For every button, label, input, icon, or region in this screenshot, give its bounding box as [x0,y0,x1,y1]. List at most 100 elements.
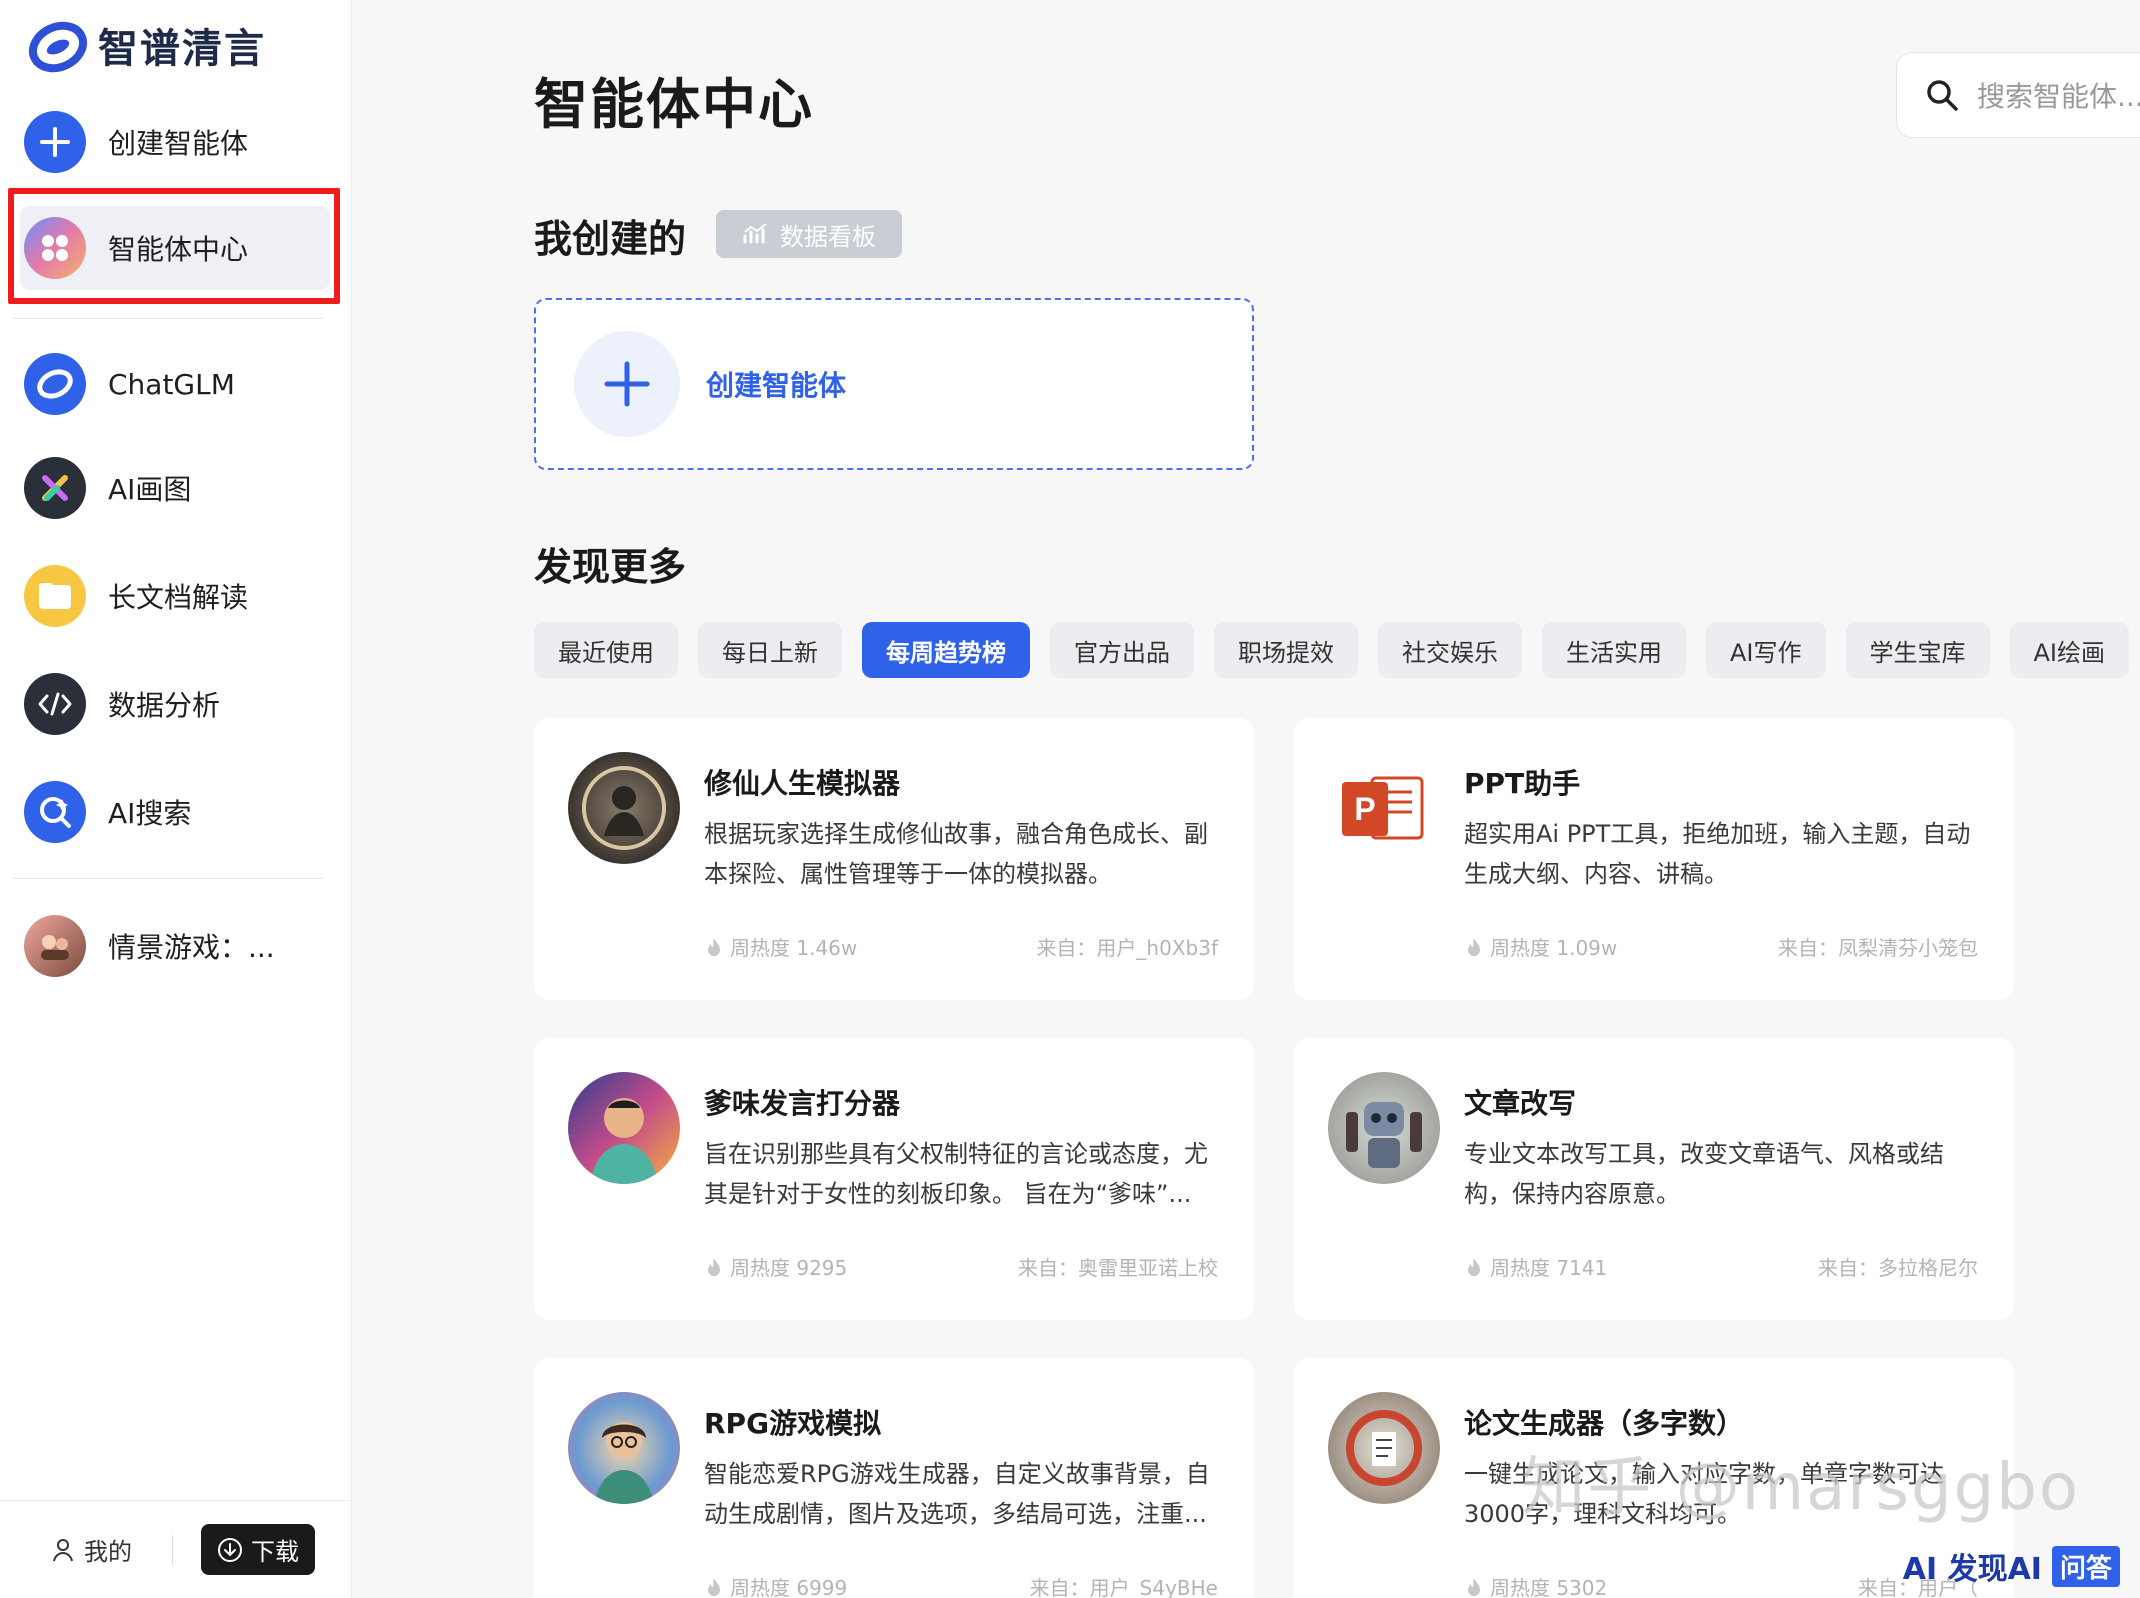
faxianai-badge: AI 发现AI 问答 [1903,1544,2120,1588]
brand-logo[interactable]: 智谱清言 [28,16,266,74]
divider [12,878,324,879]
search-icon [1927,80,1958,111]
divider [12,318,324,319]
sidebar-item-label: 数据分析 [108,689,221,722]
flame-icon [708,937,720,956]
chatglm-icon [24,353,86,415]
agent-heat-value: 周热度 6999 [730,1576,848,1598]
page-title: 智能体中心 [534,73,814,136]
apps-icon [24,217,86,279]
agent-heat: 周热度 6999 [706,1572,847,1598]
svg-text:P: P [1354,791,1375,827]
plus-icon [574,331,680,437]
sidebar-item-chatglm[interactable]: ChatGLM [20,342,330,426]
user-icon [53,1538,73,1561]
paint-icon [24,457,86,519]
flame-icon [708,1257,720,1276]
sidebar-item-label: 情景游戏：... [108,931,275,964]
sidebar-item-ai-search[interactable]: AI搜索 [20,770,330,854]
badge-qa: 问答 [2051,1545,2120,1587]
agent-card[interactable]: 爹味发言打分器 旨在识别那些具有父权制特征的言论或态度，尤其是针对于女性的刻板印… [534,1038,1254,1320]
tab-daily-new[interactable]: 每日上新 [698,622,842,678]
agent-source: 来自：用户_h0Xb3f [1036,936,1218,960]
code-icon [24,673,86,735]
agent-card[interactable]: RPG游戏模拟 智能恋爱RPG游戏生成器，自定义故事背景，自动生成剧情，图片及选… [534,1358,1254,1598]
agent-source: 来自：多拉格尼尔 [1818,1256,1978,1280]
sidebar-item-label: 创建智能体 [108,127,249,160]
tab-weekly-trending[interactable]: 每周趋势榜 [862,622,1030,678]
my-created-title: 我创建的 [534,217,687,261]
agent-heat: 周热度 1.46w [706,932,857,961]
my-label: 我的 [84,1538,132,1566]
agent-heat: 周热度 9295 [706,1252,847,1281]
plus-icon [24,111,86,173]
agent-name: 爹味发言打分器 [704,1087,901,1120]
agent-heat: 周热度 7141 [1466,1252,1607,1281]
folder-icon [24,565,86,627]
agent-card[interactable]: 修仙人生模拟器 根据玩家选择生成修仙故事，融合角色成长、副本探险、属性管理等于一… [534,718,1254,1000]
agent-avatar: P [1328,752,1440,864]
agent-heat-value: 周热度 1.09w [1490,936,1618,960]
sidebar-item-agent-center[interactable]: 智能体中心 [20,206,330,290]
brand-name: 智谱清言 [98,26,266,72]
zhipu-logo-icon [28,17,88,73]
agent-name: 文章改写 [1464,1087,1577,1120]
agent-heat-value: 周热度 1.46w [730,936,858,960]
sidebar-item-ai-draw[interactable]: AI画图 [20,446,330,530]
agent-description: 旨在识别那些具有父权制特征的言论或态度，尤其是针对于女性的刻板印象。 旨在为“爹… [704,1140,1208,1208]
tab-official[interactable]: 官方出品 [1050,622,1194,678]
ai-search-icon [24,781,86,843]
sidebar-item-label: ChatGLM [108,367,235,401]
badge-brand: AI 发现AI [1902,1552,2042,1587]
tab-ai-drawing[interactable]: AI绘画 [2009,622,2129,678]
agent-description: 根据玩家选择生成修仙故事，融合角色成长、副本探险、属性管理等于一体的模拟器。 [704,820,1208,888]
tab-ai-writing[interactable]: AI写作 [1706,622,1826,678]
agent-source: 来自：奥雷里亚诺上校 [1018,1256,1218,1280]
dashboard-button[interactable]: 数据看板 [716,210,902,258]
agent-avatar [568,1072,680,1184]
flame-icon [1468,1577,1480,1596]
sidebar-footer: 我的 下载 [0,1500,352,1598]
discover-title: 发现更多 [534,545,687,589]
sidebar-item-long-doc[interactable]: 长文档解读 [20,554,330,638]
dashboard-label: 数据看板 [780,222,876,251]
tab-workplace[interactable]: 职场提效 [1214,622,1358,678]
download-label: 下载 [251,1538,299,1566]
agent-description: 超实用Ai PPT工具，拒绝加班，输入主题，自动生成大纲、内容、讲稿。 [1464,820,1971,888]
download-button[interactable]: 下载 [201,1524,315,1575]
tab-social[interactable]: 社交娱乐 [1378,622,1522,678]
agent-description: 专业文本改写工具，改变文章语气、风格或结构，保持内容原意。 [1464,1140,1944,1208]
agent-avatar [1328,1392,1440,1504]
agent-card[interactable]: 文章改写 专业文本改写工具，改变文章语气、风格或结构，保持内容原意。 周热度 7… [1294,1038,2014,1320]
agent-heat-value: 周热度 5302 [1490,1576,1608,1598]
agent-avatar [568,1392,680,1504]
tab-recent[interactable]: 最近使用 [534,622,678,678]
create-agent-card[interactable]: 创建智能体 [534,298,1254,470]
tab-life[interactable]: 生活实用 [1542,622,1686,678]
agent-name: 修仙人生模拟器 [704,767,901,800]
agent-source: 来自：凤梨清芬小笼包 [1778,936,1978,960]
search-placeholder: 搜索智能体... [1977,80,2140,113]
flame-icon [708,1577,720,1596]
footer-separator [172,1534,173,1565]
sidebar-item-scenario-game[interactable]: 情景游戏：... [20,904,330,988]
flame-icon [1468,937,1480,956]
agent-heat-value: 周热度 7141 [1490,1256,1608,1280]
agent-description: 智能恋爱RPG游戏生成器，自定义故事背景，自动生成剧情，图片及选项，多结局可选，… [704,1460,1210,1528]
agent-name: RPG游戏模拟 [704,1407,882,1440]
sidebar-item-label: 长文档解读 [108,581,249,614]
my-button[interactable]: 我的 [52,1532,132,1567]
sidebar-item-data-analysis[interactable]: 数据分析 [20,662,330,746]
flame-icon [1468,1257,1480,1276]
tab-students[interactable]: 学生宝库 [1845,622,1990,678]
agent-avatar [1328,1072,1440,1184]
search-input[interactable]: 搜索智能体... [1896,52,2140,138]
sidebar-item-label: 智能体中心 [108,233,249,266]
sidebar: 智谱清言 创建智能体 智能体中心 ChatGLM AI画图 长文档解读 数据分析… [0,0,352,1598]
agent-name: PPT助手 [1464,767,1581,800]
agent-card[interactable]: P PPT助手 超实用Ai PPT工具，拒绝加班，输入主题，自动生成大纲、内容、… [1294,718,2014,1000]
sidebar-item-label: AI画图 [108,473,192,506]
agent-heat: 周热度 5302 [1466,1572,1607,1598]
sidebar-item-create-agent[interactable]: 创建智能体 [20,100,330,184]
chart-icon [743,223,767,244]
